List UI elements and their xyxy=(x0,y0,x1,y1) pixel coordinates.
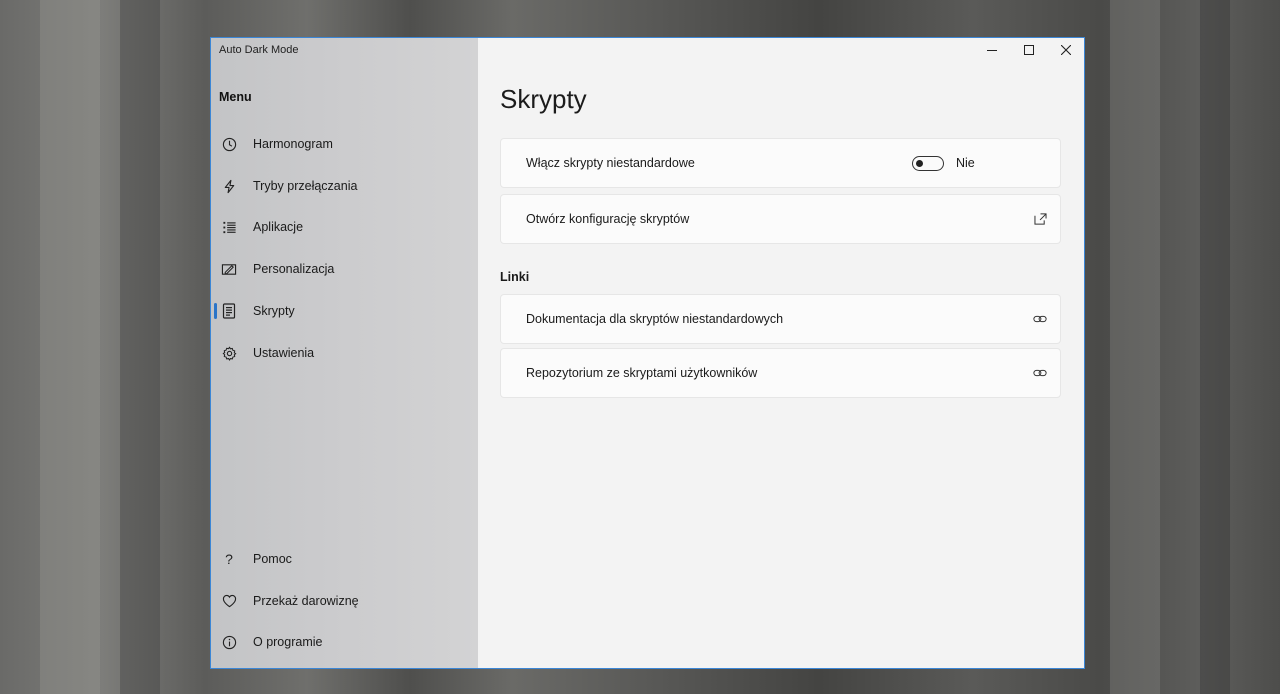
toggle-state-text: Nie xyxy=(956,156,975,170)
sidebar-item-o-programie[interactable]: O programie xyxy=(211,624,478,660)
sidebar-item-label: Skrypty xyxy=(253,304,295,318)
lightning-icon xyxy=(220,177,238,195)
link-icon xyxy=(1032,365,1048,381)
question-icon: ? xyxy=(225,551,233,567)
sidebar-item-label: Tryby przełączania xyxy=(253,179,358,193)
enable-scripts-toggle[interactable] xyxy=(912,156,944,171)
sidebar-item-label: O programie xyxy=(253,635,323,649)
links-section-title: Linki xyxy=(500,270,530,284)
sidebar-item-label: Aplikacje xyxy=(253,220,304,234)
gear-icon xyxy=(220,344,238,362)
active-indicator xyxy=(214,303,217,319)
sidebar-item-aplikacje[interactable]: Aplikacje xyxy=(211,209,478,245)
enable-scripts-card: Włącz skrypty niestandardowe Nie xyxy=(500,138,1061,188)
sidebar-item-pomoc[interactable]: ? Pomoc xyxy=(211,541,478,577)
link-label: Dokumentacja dla skryptów niestandardowy… xyxy=(526,312,784,326)
info-icon xyxy=(220,633,238,651)
sidebar-item-label: Pomoc xyxy=(253,552,292,566)
wallpaper-streak xyxy=(40,0,100,694)
link-card-repo[interactable]: Repozytorium ze skryptami użytkowników xyxy=(500,348,1061,398)
window-title: Auto Dark Mode xyxy=(219,44,299,56)
sidebar-item-label: Harmonogram xyxy=(253,137,333,151)
sidebar-item-label: Personalizacja xyxy=(253,262,335,276)
sidebar-item-darowizna[interactable]: Przekaż darowiznę xyxy=(211,583,478,619)
open-config-label: Otwórz konfigurację skryptów xyxy=(526,212,690,226)
wallpaper-streak xyxy=(1200,0,1230,694)
close-button[interactable] xyxy=(1047,38,1084,62)
sidebar-item-label: Ustawienia xyxy=(253,346,315,360)
open-external-icon xyxy=(1032,211,1048,227)
sidebar-item-personalizacja[interactable]: Personalizacja xyxy=(211,251,478,287)
toggle-knob xyxy=(916,159,923,167)
link-icon xyxy=(1032,311,1048,327)
page-title: Skrypty xyxy=(500,84,587,114)
document-icon xyxy=(220,302,238,320)
wallpaper-streak xyxy=(120,0,160,694)
sidebar-item-tryby[interactable]: Tryby przełączania xyxy=(211,168,478,204)
list-icon xyxy=(220,218,238,236)
clock-icon xyxy=(220,135,238,153)
wallpaper-streak xyxy=(1110,0,1160,694)
sidebar-item-label: Przekaż darowiznę xyxy=(253,594,359,608)
sidebar-item-harmonogram[interactable]: Harmonogram xyxy=(211,126,478,162)
open-config-card[interactable]: Otwórz konfigurację skryptów xyxy=(500,194,1061,244)
link-card-docs[interactable]: Dokumentacja dla skryptów niestandardowy… xyxy=(500,294,1061,344)
sidebar-item-ustawienia[interactable]: Ustawienia xyxy=(211,335,478,371)
sidebar-item-skrypty[interactable]: Skrypty xyxy=(211,293,478,329)
enable-scripts-label: Włącz skrypty niestandardowe xyxy=(526,156,695,170)
link-label: Repozytorium ze skryptami użytkowników xyxy=(526,366,758,380)
maximize-button[interactable] xyxy=(1010,38,1047,62)
app-window: Auto Dark Mode Menu Harmonogram Tryby pr… xyxy=(210,37,1085,669)
sidebar: Auto Dark Mode Menu Harmonogram Tryby pr… xyxy=(211,38,478,668)
personalize-icon xyxy=(220,260,238,278)
main-content: Skrypty Włącz skrypty niestandardowe Nie… xyxy=(478,38,1084,668)
menu-heading: Menu xyxy=(219,90,252,104)
minimize-button[interactable] xyxy=(973,38,1010,62)
heart-icon xyxy=(220,592,238,610)
